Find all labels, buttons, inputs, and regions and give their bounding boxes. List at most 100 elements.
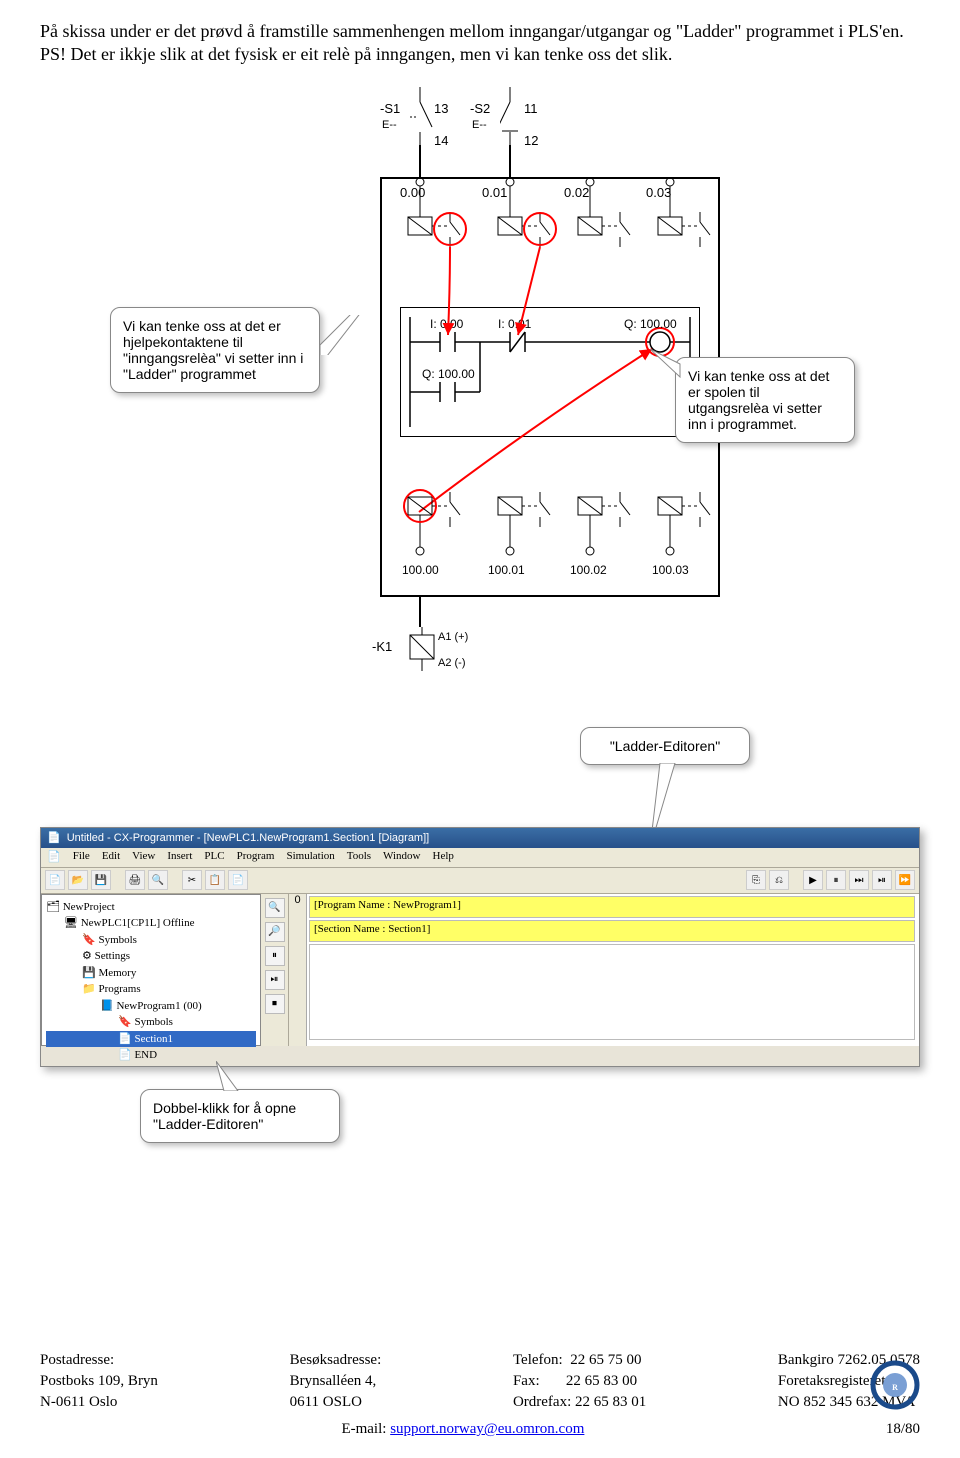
- side-icon-5[interactable]: ⏹: [265, 994, 285, 1014]
- callout-right-text: Vi kan tenke oss at det er spolen til ut…: [688, 368, 829, 432]
- step3-icon[interactable]: ⏩: [895, 870, 915, 890]
- intro-line-2: PS! Det er ikkje slik at det fysisk er e…: [40, 43, 920, 66]
- step2-icon[interactable]: ⏯: [872, 870, 892, 890]
- tree-newprogram1[interactable]: 📘 NewProgram1 (00): [46, 998, 256, 1015]
- footer-email-link[interactable]: support.norway@eu.omron.com: [390, 1421, 584, 1437]
- callout-editor: "Ladder-Editoren": [580, 727, 750, 765]
- tree-prog-symbols[interactable]: 🔖 Symbols: [46, 1014, 256, 1031]
- footer-oslo2: 0611 OSLO: [290, 1392, 382, 1413]
- intro-line-1: På skissa under er det prøvd å framstill…: [40, 20, 920, 43]
- page-number: 18/80: [886, 1421, 920, 1438]
- footer-ord: 22 65 83 01: [575, 1394, 646, 1410]
- footer-email-label: E-mail:: [341, 1421, 386, 1437]
- preview-icon[interactable]: 🔍: [148, 870, 168, 890]
- editor-row-2-text: [Section Name : Section1]: [314, 923, 430, 935]
- tree-section1[interactable]: 📄 Section1: [46, 1031, 256, 1048]
- titlebar: 📄 Untitled - CX-Programmer - [NewPLC1.Ne…: [41, 828, 919, 848]
- zoom-in-icon[interactable]: 🔍: [265, 898, 285, 918]
- copy-icon[interactable]: 📋: [205, 870, 225, 890]
- editor-rung-area[interactable]: [309, 944, 915, 1040]
- toolbar-icon-2[interactable]: ⎌: [769, 870, 789, 890]
- footer-col-2: Besøksadresse: Brynsalléen 4, 0611 OSLO: [290, 1350, 382, 1413]
- project-tree[interactable]: 🗂 NewProject 🖥 NewPLC1[CP1L] Offline 🔖 S…: [41, 894, 261, 1046]
- toolbar: 📄 📂 💾 🖨 🔍 ✂ 📋 📄 ⎘ ⎌ ▶ ⏸ ⏭ ⏯ ⏩: [41, 868, 919, 894]
- paste-icon[interactable]: 📄: [228, 870, 248, 890]
- svg-text:R: R: [892, 1383, 898, 1392]
- footer-label-postadresse: Postadresse:: [40, 1350, 158, 1371]
- step-icon[interactable]: ⏭: [849, 870, 869, 890]
- footer-tel: 22 65 75 00: [570, 1352, 641, 1368]
- menu-simulation[interactable]: Simulation: [286, 850, 334, 865]
- callout-left-tail-icon: [320, 315, 410, 355]
- callout-dblclick: Dobbel-klikk for å opne "Ladder-Editoren…: [140, 1089, 340, 1143]
- tree-symbols[interactable]: 🔖 Symbols: [46, 932, 256, 949]
- footer-email-row: E-mail: support.norway@eu.omron.com 18/8…: [40, 1421, 920, 1438]
- footer-postboks: Postboks 109, Bryn: [40, 1371, 158, 1392]
- menu-file[interactable]: File: [73, 850, 90, 865]
- tree-memory[interactable]: 💾 Memory: [46, 965, 256, 982]
- footer-ord-label: Ordrefax:: [513, 1394, 571, 1410]
- tree-root[interactable]: 🗂 NewProject: [46, 899, 256, 916]
- cx-programmer-window: 📄 Untitled - CX-Programmer - [NewPLC1.Ne…: [40, 827, 920, 1067]
- menubar: 📄 File Edit View Insert PLC Program Simu…: [41, 848, 919, 868]
- tree-settings[interactable]: ⚙ Settings: [46, 948, 256, 965]
- pause-icon[interactable]: ⏸: [826, 870, 846, 890]
- menu-help[interactable]: Help: [433, 850, 454, 865]
- circuit-diagram: -S1 13 E-- 14 -S2 11 E-- 12 0.00 0.01 0.…: [130, 87, 830, 707]
- new-icon[interactable]: 📄: [45, 870, 65, 890]
- footer-fax-label: Fax:: [513, 1373, 540, 1389]
- open-icon[interactable]: 📂: [68, 870, 88, 890]
- footer-col-3: Telefon: 22 65 75 00 Fax: 22 65 83 00 Or…: [513, 1350, 646, 1413]
- callout-left: Vi kan tenke oss at det er hjelpekontakt…: [110, 307, 320, 393]
- menu-window[interactable]: Window: [383, 850, 420, 865]
- footer-fax: 22 65 83 00: [566, 1373, 637, 1389]
- zoom-out-icon[interactable]: 🔎: [265, 922, 285, 942]
- editor-row-1-text: [Program Name : NewProgram1]: [314, 899, 461, 911]
- menu-view[interactable]: View: [132, 850, 155, 865]
- callout-dblclick-text: Dobbel-klikk for å opne "Ladder-Editoren…: [153, 1100, 296, 1132]
- save-icon[interactable]: 💾: [91, 870, 111, 890]
- output-t-2: 100.02: [570, 563, 607, 577]
- footer-bank-label: Bankgiro: [778, 1352, 834, 1368]
- editor-row-progname[interactable]: [Program Name : NewProgram1]: [309, 896, 915, 918]
- tree-programs[interactable]: 📁 Programs: [46, 981, 256, 998]
- intro-paragraph: På skissa under er det prøvd å framstill…: [40, 20, 920, 67]
- editor-row-section[interactable]: [Section Name : Section1]: [309, 920, 915, 942]
- tree-plc[interactable]: 🖥 NewPLC1[CP1L] Offline: [46, 915, 256, 932]
- callout-left-text: Vi kan tenke oss at det er hjelpekontakt…: [123, 318, 303, 382]
- k1-pin-1: A1 (+): [438, 631, 468, 643]
- menu-tools[interactable]: Tools: [347, 850, 371, 865]
- output-relays-icon: [380, 477, 720, 597]
- footer-oslo: N-0611 Oslo: [40, 1392, 158, 1413]
- footer-col-1: Postadresse: Postboks 109, Bryn N-0611 O…: [40, 1350, 158, 1413]
- output-t-1: 100.01: [488, 563, 525, 577]
- footer-bryn: Brynsalléen 4,: [290, 1371, 382, 1392]
- k1-pin-2: A2 (-): [438, 657, 466, 669]
- k1-name: -K1: [372, 639, 392, 654]
- editor-gutter: 0: [289, 894, 307, 1046]
- output-t-0: 100.00: [402, 563, 439, 577]
- window-title: Untitled - CX-Programmer - [NewPLC1.NewP…: [67, 832, 430, 844]
- ladder-editor-panel[interactable]: 0 [Program Name : NewProgram1] [Section …: [289, 894, 919, 1046]
- toolbar-icon[interactable]: ⎘: [746, 870, 766, 890]
- output-t-3: 100.03: [652, 563, 689, 577]
- menu-program[interactable]: Program: [237, 850, 275, 865]
- callout-right: Vi kan tenke oss at det er spolen til ut…: [675, 357, 855, 443]
- callout-dblclick-tail-icon: [216, 1061, 256, 1091]
- footer-tel-label: Telefon:: [513, 1352, 563, 1368]
- quality-stamp-icon: R: [870, 1360, 920, 1410]
- menu-plc[interactable]: PLC: [204, 850, 224, 865]
- gutter-0: 0: [289, 894, 306, 906]
- footer-label-besok: Besøksadresse:: [290, 1350, 382, 1371]
- side-icon-4[interactable]: ⏯: [265, 970, 285, 990]
- filemenu-icon: 📄: [47, 850, 61, 865]
- side-toolbar: 🔍 🔎 ⏸ ⏯ ⏹: [261, 894, 289, 1046]
- cut-icon[interactable]: ✂: [182, 870, 202, 890]
- side-icon-3[interactable]: ⏸: [265, 946, 285, 966]
- play-icon[interactable]: ▶: [803, 870, 823, 890]
- page-footer: Postadresse: Postboks 109, Bryn N-0611 O…: [40, 1350, 920, 1438]
- menu-insert[interactable]: Insert: [167, 850, 192, 865]
- print-icon[interactable]: 🖨: [125, 870, 145, 890]
- callout-editor-text: "Ladder-Editoren": [610, 738, 720, 754]
- menu-edit[interactable]: Edit: [102, 850, 120, 865]
